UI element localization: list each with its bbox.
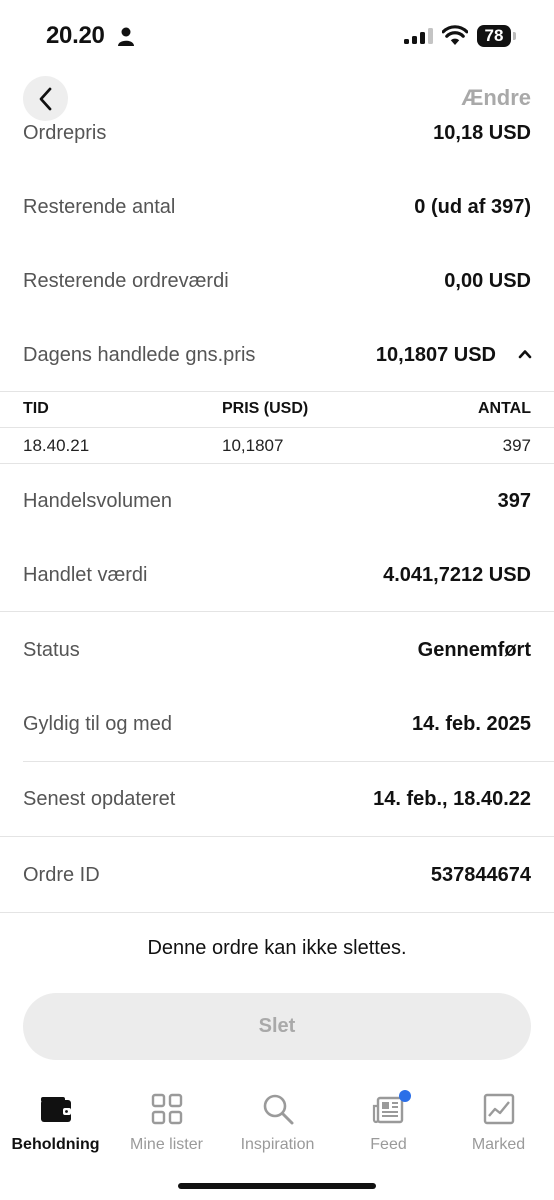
notification-badge xyxy=(399,1090,411,1102)
tab-label: Feed xyxy=(370,1136,407,1153)
tab-marked[interactable]: Marked xyxy=(443,1078,554,1168)
tab-label: Beholdning xyxy=(11,1136,100,1153)
person-icon xyxy=(118,27,134,46)
status-bar: 20.20 78 xyxy=(0,0,554,72)
ordre-id-label: Ordre ID xyxy=(23,863,100,886)
resterende-ordrevaerdi-label: Resterende ordreværdi xyxy=(23,269,229,292)
signal-icon xyxy=(404,28,433,44)
row-dagens-gns-pris[interactable]: Dagens handlede gns.pris 10,1807 USD xyxy=(0,318,554,392)
row-gyldig: Gyldig til og med 14. feb. 2025 xyxy=(0,687,554,761)
trade-row-price: 10,1807 xyxy=(222,436,284,455)
notice-text: Denne ordre kan ikke slettes. xyxy=(147,937,407,959)
tab-label: Mine lister xyxy=(130,1136,203,1153)
trades-header-time: TID xyxy=(23,400,49,417)
order-details[interactable]: Ordrepris 10,18 USD Resterende antal 0 (… xyxy=(0,120,554,914)
battery-tip xyxy=(513,32,516,40)
resterende-ordrevaerdi-value: 0,00 USD xyxy=(444,269,531,292)
trades-header-price: PRIS (USD) xyxy=(222,400,309,417)
tab-bar: Beholdning Mine lister Inspiration Feed xyxy=(0,1078,554,1178)
tab-mine-lister[interactable]: Mine lister xyxy=(111,1078,222,1168)
divider xyxy=(0,427,554,428)
row-resterende-ordrevaerdi: Resterende ordreværdi 0,00 USD xyxy=(0,244,554,318)
status-label: Status xyxy=(23,638,80,661)
row-opdateret: Senest opdateret 14. feb., 18.40.22 xyxy=(0,762,554,836)
gyldig-label: Gyldig til og med xyxy=(23,712,172,735)
opdateret-label: Senest opdateret xyxy=(23,787,176,810)
edit-button[interactable]: Ændre xyxy=(461,85,531,111)
row-handelsvolumen: Handelsvolumen 397 xyxy=(0,464,554,538)
trade-row-time: 18.40.21 xyxy=(23,436,90,455)
tab-beholdning[interactable]: Beholdning xyxy=(0,1078,111,1168)
tab-feed[interactable]: Feed xyxy=(333,1078,444,1168)
handelsvolumen-value: 397 xyxy=(497,489,531,512)
row-ordre-id: Ordre ID 537844674 xyxy=(0,838,554,912)
ordrepris-value: 10,18 USD xyxy=(433,121,531,144)
handlet-vaerdi-label: Handlet værdi xyxy=(23,563,148,586)
ordre-id-value: 537844674 xyxy=(430,863,531,886)
wifi-icon xyxy=(442,25,468,45)
opdateret-value: 14. feb., 18.40.22 xyxy=(373,787,531,810)
gyldig-value: 14. feb. 2025 xyxy=(412,712,531,735)
handlet-vaerdi-value: 4.041,7212 USD xyxy=(383,563,531,586)
row-ordrepris: Ordrepris 10,18 USD xyxy=(0,120,554,170)
back-button[interactable] xyxy=(23,76,68,121)
tab-label: Inspiration xyxy=(240,1136,315,1153)
dagens-gns-pris-label: Dagens handlede gns.pris xyxy=(23,343,256,366)
trades-header-quantity: ANTAL xyxy=(477,400,531,417)
row-resterende-antal: Resterende antal 0 (ud af 397) xyxy=(0,170,554,244)
home-indicator xyxy=(178,1183,376,1189)
resterende-antal-value: 0 (ud af 397) xyxy=(414,195,531,218)
resterende-antal-label: Resterende antal xyxy=(23,195,176,218)
handelsvolumen-label: Handelsvolumen xyxy=(23,489,172,512)
divider xyxy=(0,912,554,913)
ordrepris-label: Ordrepris xyxy=(23,121,107,144)
nav-bar: Ændre xyxy=(0,72,554,124)
divider xyxy=(0,611,554,612)
delete-button[interactable]: Slet xyxy=(23,993,531,1060)
chevron-left-icon xyxy=(39,87,51,110)
search-icon xyxy=(263,1094,293,1125)
chevron-up-icon[interactable] xyxy=(518,347,532,361)
wallet-icon xyxy=(40,1097,71,1122)
battery-indicator: 78 xyxy=(477,25,517,47)
tab-label: Marked xyxy=(471,1136,526,1153)
battery-level: 78 xyxy=(484,26,504,45)
divider xyxy=(0,836,554,837)
status-time: 20.20 xyxy=(46,22,105,49)
tab-inspiration[interactable]: Inspiration xyxy=(222,1078,333,1168)
grid-icon xyxy=(151,1093,182,1125)
row-handlet-vaerdi: Handlet værdi 4.041,7212 USD xyxy=(0,538,554,612)
status-value: Gennemført xyxy=(417,638,531,661)
trade-row-quantity: 397 xyxy=(502,436,531,455)
dagens-gns-pris-value: 10,1807 USD xyxy=(375,343,496,366)
row-status: Status Gennemført xyxy=(0,613,554,687)
chart-icon xyxy=(483,1093,514,1125)
trades-table: TID PRIS (USD) ANTAL 18.40.21 10,1807 39… xyxy=(0,392,554,464)
